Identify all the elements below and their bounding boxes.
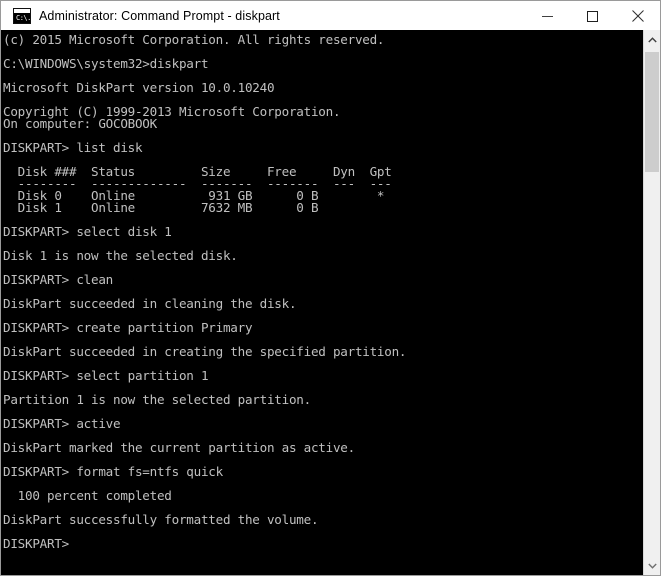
scroll-up-button[interactable] <box>644 30 660 49</box>
console-line: DISKPART> create partition Primary <box>3 320 253 335</box>
chevron-down-icon <box>647 563 657 569</box>
command-prompt-window: C:\. Administrator: Command Prompt - dis… <box>0 0 661 576</box>
console-line: C:\WINDOWS\system32>diskpart <box>3 56 209 71</box>
scrollbar-thumb[interactable] <box>645 52 659 172</box>
vertical-scrollbar[interactable] <box>643 30 660 575</box>
chevron-up-icon <box>647 36 657 42</box>
window-title: Administrator: Command Prompt - diskpart <box>39 8 280 23</box>
minimize-icon <box>542 15 553 17</box>
console-line: Partition 1 is now the selected partitio… <box>3 392 311 407</box>
console-output[interactable]: (c) 2015 Microsoft Corporation. All righ… <box>1 30 643 575</box>
console-line: Disk 1 Online 7632 MB 0 B <box>3 200 319 215</box>
command-prompt-icon[interactable]: C:\. <box>13 7 31 24</box>
console-line: DiskPart succeeded in cleaning the disk. <box>3 296 297 311</box>
console-line: DISKPART> format fs=ntfs quick <box>3 464 223 479</box>
console-line: DiskPart succeeded in creating the speci… <box>3 344 407 359</box>
console-line: 100 percent completed <box>3 488 172 503</box>
console-line: DISKPART> list disk <box>3 140 143 155</box>
console-line: DISKPART> <box>3 536 69 551</box>
caption-button-group <box>525 1 660 31</box>
console-line: DISKPART> clean <box>3 272 113 287</box>
console-line: DISKPART> active <box>3 416 121 431</box>
console-line: DiskPart successfully formatted the volu… <box>3 512 319 527</box>
console-line: (c) 2015 Microsoft Corporation. All righ… <box>3 32 385 47</box>
console-line: Microsoft DiskPart version 10.0.10240 <box>3 80 275 95</box>
close-button[interactable] <box>615 1 660 31</box>
console-line: On computer: GOCOBOOK <box>3 116 157 131</box>
console-line: DiskPart marked the current partition as… <box>3 440 355 455</box>
maximize-button[interactable] <box>570 1 615 31</box>
icon-title-strip <box>14 8 30 13</box>
title-bar[interactable]: C:\. Administrator: Command Prompt - dis… <box>0 0 661 30</box>
maximize-icon <box>587 10 598 22</box>
icon-prompt-glyph: C:\. <box>16 13 31 22</box>
close-icon <box>631 10 644 22</box>
minimize-button[interactable] <box>525 1 570 31</box>
console-line: Disk 1 is now the selected disk. <box>3 248 238 263</box>
console-line: DISKPART> select partition 1 <box>3 368 209 383</box>
console-area[interactable]: (c) 2015 Microsoft Corporation. All righ… <box>1 30 660 575</box>
scroll-down-button[interactable] <box>644 556 660 575</box>
console-line: DISKPART> select disk 1 <box>3 224 172 239</box>
